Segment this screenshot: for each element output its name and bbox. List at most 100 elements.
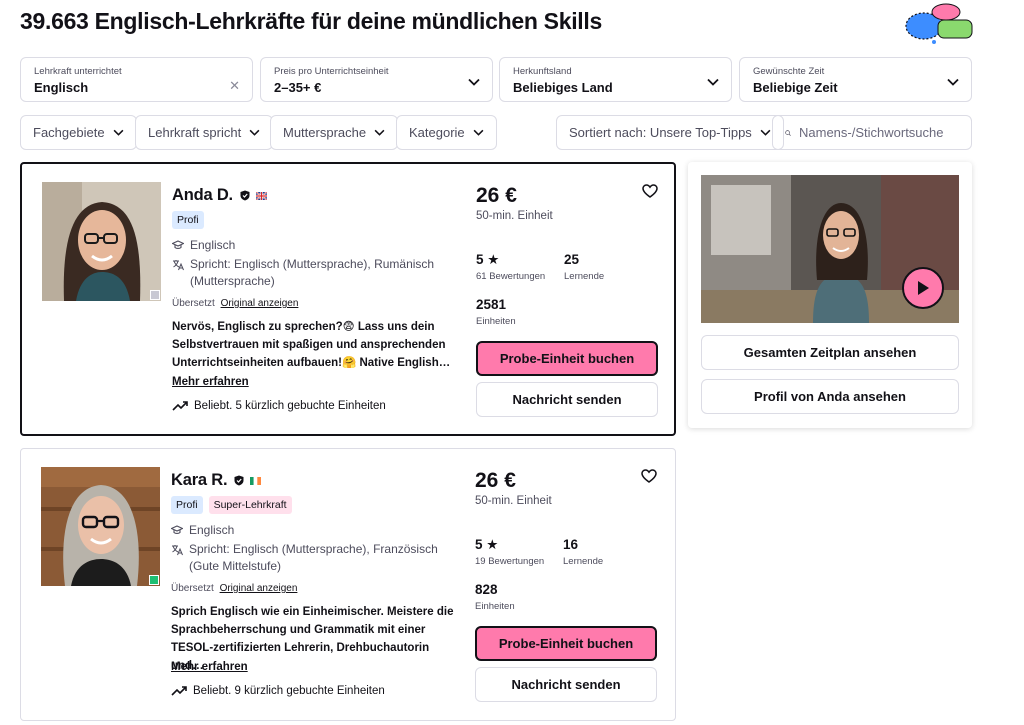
translated-label: Übersetzt <box>172 298 215 309</box>
languages-line: Spricht: Englisch (Muttersprache), Franz… <box>171 541 471 575</box>
chip-label: Kategorie <box>409 125 465 140</box>
price-unit: 50-min. Einheit <box>475 495 552 507</box>
chip-label: Fachgebiete <box>33 125 105 140</box>
sort-label: Sortiert nach: Unsere Top-Tipps <box>569 125 752 140</box>
translated-note: Übersetzt Original anzeigen <box>172 298 298 309</box>
chip-specialties[interactable]: Fachgebiete <box>20 115 137 150</box>
shield-check-icon <box>234 475 244 486</box>
tutor-languages: Spricht: Englisch (Muttersprache), Rumän… <box>190 257 435 288</box>
book-trial-button[interactable]: Probe-Einheit buchen <box>476 341 658 376</box>
reviews-count: 19 Bewertungen <box>475 556 545 567</box>
lessons-label: Einheiten <box>476 316 516 327</box>
badge-row: Profi Super-Lehrkraft <box>171 496 292 514</box>
tutor-name-row: Kara R. <box>171 471 262 490</box>
popularity-text: Beliebt. 9 kürzlich gebuchte Einheiten <box>193 685 385 697</box>
price-unit: 50-min. Einheit <box>476 210 553 222</box>
status-dot <box>150 290 160 300</box>
lessons-label: Einheiten <box>475 601 515 612</box>
trending-up-icon <box>171 686 187 696</box>
lessons-count: 2581 <box>476 297 507 312</box>
languages-line: Spricht: Englisch (Muttersprache), Rumän… <box>172 256 472 290</box>
filter-label: Preis pro Unterrichtseinheit <box>274 66 389 77</box>
trending-up-icon <box>172 401 188 411</box>
filter-subject[interactable]: Lehrkraft unterrichtet Englisch ✕ <box>20 57 253 102</box>
search-box[interactable] <box>772 115 972 150</box>
lessons-count: 828 <box>475 582 498 597</box>
chip-native-language[interactable]: Muttersprache <box>270 115 399 150</box>
translate-icon <box>172 545 183 556</box>
rating-number: 5 <box>476 252 484 267</box>
send-message-button[interactable]: Nachricht senden <box>476 382 658 417</box>
show-original-link[interactable]: Original anzeigen <box>220 583 298 594</box>
book-trial-button[interactable]: Probe-Einheit buchen <box>475 626 657 661</box>
tutor-card[interactable]: Kara R. Profi Super-Lehrkraft Englisch S… <box>20 448 676 721</box>
view-schedule-button[interactable]: Gesamten Zeitplan ansehen <box>701 335 959 370</box>
flag-ireland-icon <box>250 476 262 485</box>
play-button[interactable] <box>902 267 944 309</box>
chevron-down-icon <box>468 78 480 86</box>
badge-row: Profi <box>172 211 204 229</box>
popularity-note: Beliebt. 9 kürzlich gebuchte Einheiten <box>171 685 385 697</box>
students-label: Lernende <box>564 271 605 282</box>
filter-value: Beliebiges Land <box>513 80 613 95</box>
avatar[interactable] <box>42 182 161 301</box>
tutor-card[interactable]: Anda D. Profi Englisch Spricht: Englisch… <box>20 162 676 436</box>
chevron-down-icon <box>760 129 771 136</box>
heart-icon[interactable] <box>642 184 658 198</box>
subject-line: Englisch <box>171 522 234 539</box>
badge-pro: Profi <box>172 211 204 229</box>
tutor-languages: Spricht: Englisch (Muttersprache), Franz… <box>189 542 438 573</box>
graduation-cap-icon <box>171 525 183 535</box>
tutor-subject: Englisch <box>190 238 236 252</box>
rating-value: 5 ★ <box>476 252 499 268</box>
filter-label: Gewünschte Zeit <box>753 66 825 77</box>
graduation-cap-icon <box>172 240 184 250</box>
chip-tutor-speaks[interactable]: Lehrkraft spricht <box>135 115 274 150</box>
filter-price[interactable]: Preis pro Unterrichtseinheit 2–35+ € <box>260 57 493 102</box>
rating-number: 5 <box>475 537 483 552</box>
shield-check-icon <box>240 190 250 201</box>
price: 26 € <box>475 469 516 492</box>
tutor-name-row: Anda D. <box>172 186 267 205</box>
filter-value: Beliebige Zeit <box>753 80 838 95</box>
flag-uk-icon <box>255 191 267 200</box>
chevron-down-icon <box>707 78 719 86</box>
search-input[interactable] <box>799 125 959 140</box>
filter-label: Lehrkraft unterrichtet <box>34 66 122 77</box>
chevron-down-icon <box>249 129 260 136</box>
chevron-down-icon <box>473 129 484 136</box>
show-original-link[interactable]: Original anzeigen <box>221 298 299 309</box>
intro-video[interactable] <box>701 175 959 323</box>
translated-note: Übersetzt Original anzeigen <box>171 583 297 594</box>
filter-value: 2–35+ € <box>274 80 322 95</box>
filter-label: Herkunftsland <box>513 66 572 77</box>
chat-bubbles-icon <box>905 3 973 44</box>
online-status-dot <box>149 575 159 585</box>
students-count: 16 <box>563 537 579 552</box>
view-profile-button[interactable]: Profil von Anda ansehen <box>701 379 959 414</box>
students-count: 25 <box>564 252 580 267</box>
translate-icon <box>173 260 184 271</box>
subject-line: Englisch <box>172 237 235 254</box>
avatar-image <box>41 467 160 586</box>
learn-more-link[interactable]: Mehr erfahren <box>172 376 249 388</box>
filter-value: Englisch <box>34 80 89 95</box>
chevron-down-icon <box>374 129 385 136</box>
send-message-button[interactable]: Nachricht senden <box>475 667 657 702</box>
avatar[interactable] <box>41 467 160 586</box>
filter-time[interactable]: Gewünschte Zeit Beliebige Zeit <box>739 57 972 102</box>
chip-label: Muttersprache <box>283 125 367 140</box>
filter-country[interactable]: Herkunftsland Beliebiges Land <box>499 57 732 102</box>
chip-label: Lehrkraft spricht <box>148 125 242 140</box>
star-icon: ★ <box>487 252 500 267</box>
tutor-name[interactable]: Anda D. <box>172 186 233 205</box>
clear-icon[interactable]: ✕ <box>229 78 240 94</box>
heart-icon[interactable] <box>641 469 657 483</box>
sort-dropdown[interactable]: Sortiert nach: Unsere Top-Tipps <box>556 115 784 150</box>
popularity-note: Beliebt. 5 kürzlich gebuchte Einheiten <box>172 400 386 412</box>
tutor-name[interactable]: Kara R. <box>171 471 228 490</box>
learn-more-link[interactable]: Mehr erfahren <box>171 661 248 673</box>
chip-category[interactable]: Kategorie <box>396 115 497 150</box>
price: 26 € <box>476 184 517 207</box>
chevron-down-icon <box>113 129 123 136</box>
